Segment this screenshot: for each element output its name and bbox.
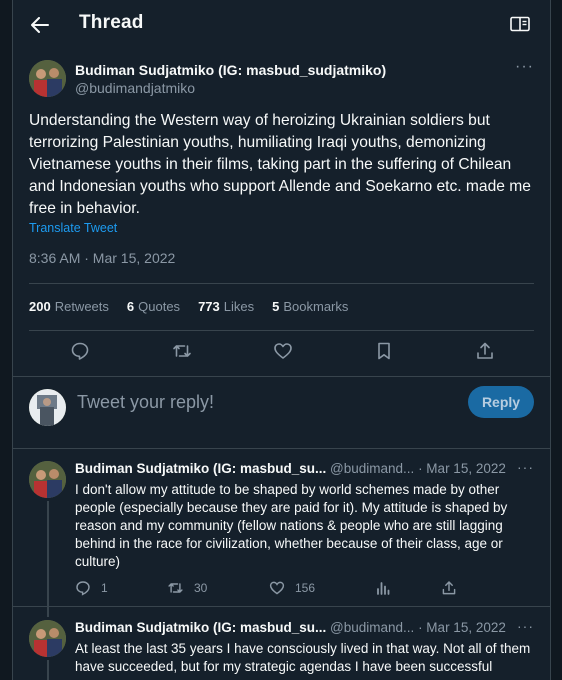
reply-more-options[interactable]: ···: [517, 459, 534, 475]
reply-icon: [71, 342, 89, 360]
reply-retweet-button[interactable]: 30: [167, 580, 207, 596]
reply-submit-button[interactable]: Reply: [468, 386, 534, 418]
reply-text: I don't allow my attitude to be shaped b…: [75, 482, 508, 569]
reply-author-name[interactable]: Budiman Sudjatmiko (IG: masbud_su...: [75, 620, 326, 635]
reply-comment-button[interactable]: 1: [75, 580, 108, 596]
author-handle[interactable]: @budimandjatmiko: [75, 80, 195, 96]
reply-author-handle[interactable]: @budimand...: [330, 461, 414, 476]
retweet-button[interactable]: [171, 340, 193, 362]
divider: [29, 283, 534, 284]
translate-tweet-link[interactable]: Translate Tweet: [29, 221, 117, 235]
more-options-button[interactable]: ···: [515, 58, 534, 76]
reply-header: Budiman Sudjatmiko (IG: masbud_su... @bu…: [75, 620, 515, 635]
share-icon: [442, 581, 456, 595]
reply-like-button[interactable]: 156: [269, 580, 315, 596]
divider: [29, 330, 534, 331]
reply-author-handle[interactable]: @budimand...: [330, 620, 414, 635]
share-button[interactable]: [474, 340, 496, 362]
tweet-text: Understanding the Western way of heroizi…: [29, 112, 531, 217]
thread-header: Thread: [13, 0, 550, 50]
right-edge: [550, 0, 562, 680]
left-edge: [0, 0, 12, 680]
reply-button[interactable]: [69, 340, 91, 362]
quotes-stat[interactable]: 6 Quotes: [127, 299, 180, 314]
user-avatar-photo-icon: [29, 389, 66, 426]
tweet-timestamp[interactable]: 8:36 AM · Mar 15, 2022: [29, 250, 175, 266]
reply-header: Budiman Sudjatmiko (IG: masbud_su... @bu…: [75, 461, 515, 476]
like-button[interactable]: [272, 340, 294, 362]
like-icon: [269, 581, 285, 595]
bookmark-button[interactable]: [373, 340, 395, 362]
reply-date[interactable]: · Mar 15, 2022: [418, 620, 506, 635]
retweet-count: 30: [194, 581, 208, 595]
likes-stat[interactable]: 773 Likes: [198, 299, 254, 314]
retweets-stat[interactable]: 200 Retweets: [29, 299, 109, 314]
reply-actions: 1 30 156: [75, 580, 475, 600]
back-arrow-icon: [31, 17, 49, 33]
author-name[interactable]: Budiman Sudjatmiko (IG: masbud_sudjatmik…: [75, 62, 386, 78]
reply-text: At least the last 35 years I have consci…: [75, 641, 531, 674]
list-item[interactable]: Budiman Sudjatmiko (IG: masbud_su... @bu…: [13, 618, 550, 680]
reply-input[interactable]: Tweet your reply!: [77, 392, 214, 413]
avatar-photo-icon: [29, 461, 66, 498]
avatar[interactable]: [29, 620, 66, 657]
bookmarks-stat[interactable]: 5 Bookmarks: [272, 299, 348, 314]
reply-icon: [76, 581, 90, 596]
divider: [13, 448, 550, 449]
avatar-photo-icon: [29, 620, 66, 657]
reply-author-name[interactable]: Budiman Sudjatmiko (IG: masbud_su...: [75, 461, 326, 476]
reply-date[interactable]: · Mar 15, 2022: [418, 461, 506, 476]
like-icon: [274, 343, 292, 359]
reply-share-button[interactable]: [441, 580, 457, 596]
reply-views-button[interactable]: [375, 580, 391, 596]
reader-mode-button[interactable]: [510, 16, 530, 34]
avatar[interactable]: [29, 60, 66, 97]
retweet-icon: [168, 583, 183, 593]
tweet-actions: [13, 340, 550, 364]
reader-mode-icon: [510, 16, 530, 32]
like-count: 156: [295, 581, 316, 595]
divider: [13, 606, 550, 607]
views-icon: [377, 582, 390, 595]
bookmark-icon: [378, 342, 390, 360]
avatar[interactable]: [29, 461, 66, 498]
back-button[interactable]: [27, 12, 53, 38]
avatar-photo-icon: [29, 60, 66, 97]
thread-connector-line: [47, 660, 49, 680]
reply-more-options[interactable]: ···: [517, 618, 534, 634]
list-item[interactable]: Budiman Sudjatmiko (IG: masbud_su... @bu…: [13, 459, 550, 617]
reply-count: 1: [101, 581, 108, 595]
reply-composer: Tweet your reply! Reply: [13, 377, 550, 447]
thread-panel: Thread Budiman Sudjatmiko (IG: masbud_su…: [12, 0, 551, 680]
retweet-icon: [173, 345, 191, 357]
tweet-stats: 200 Retweets 6 Quotes 773 Likes 5 Bookmarks: [29, 299, 366, 314]
user-avatar[interactable]: [29, 389, 66, 426]
thread-connector-line: [47, 501, 49, 617]
page-title: Thread: [79, 12, 144, 33]
share-icon: [477, 342, 493, 359]
